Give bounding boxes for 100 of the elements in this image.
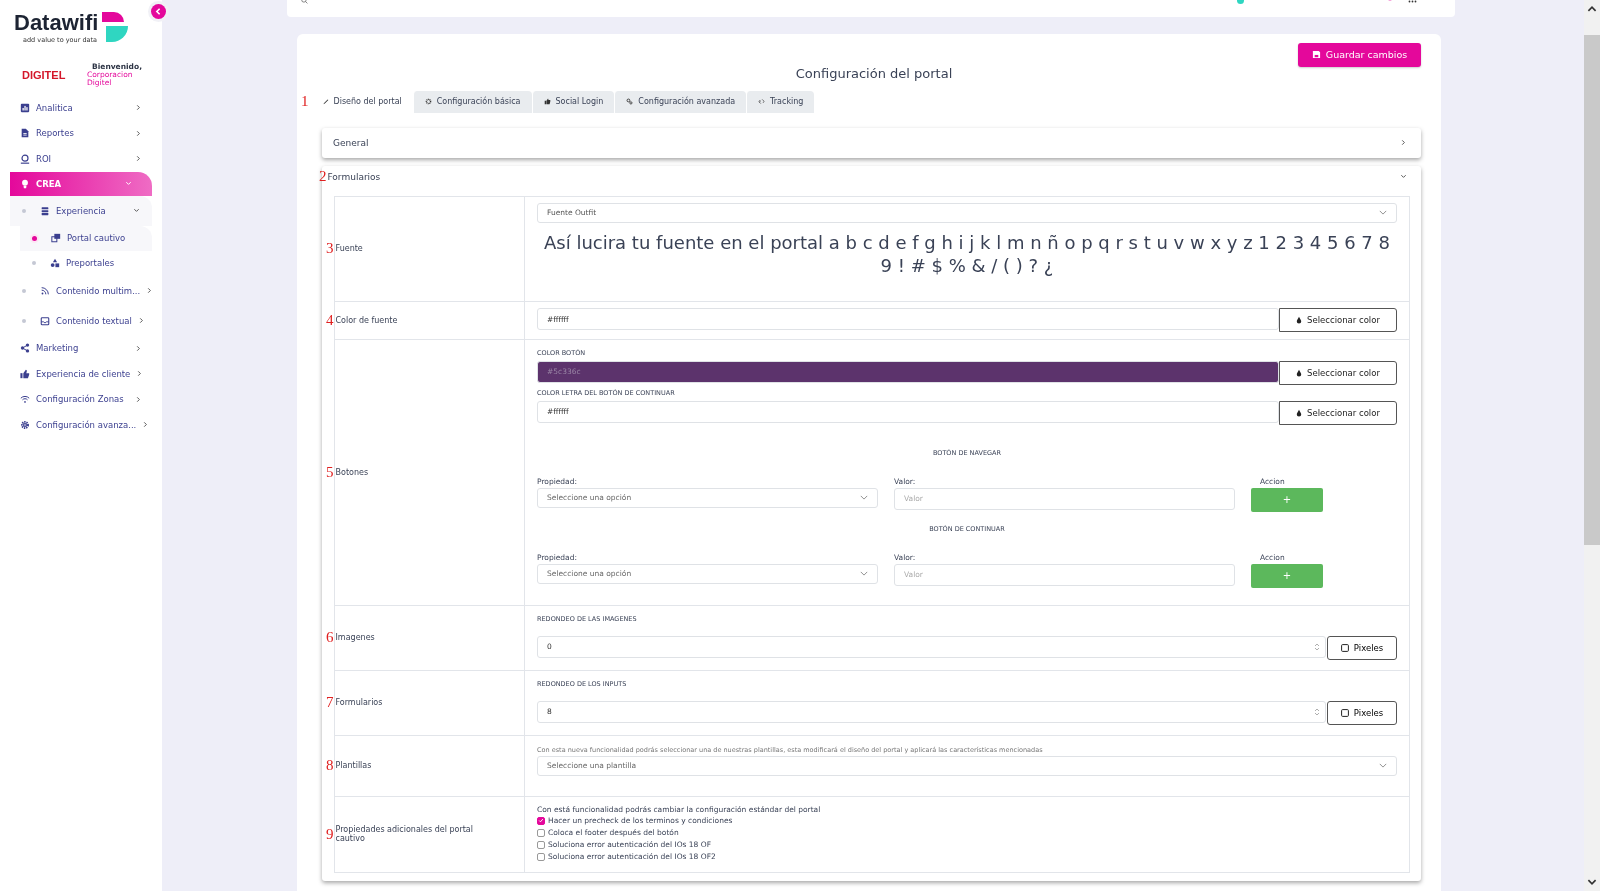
more-icon[interactable] — [1408, 0, 1417, 3]
coin-person-icon — [20, 153, 30, 164]
caret-icon — [860, 571, 868, 577]
link-icon — [758, 98, 766, 106]
thumbs-up-icon — [20, 368, 30, 379]
windows-icon — [51, 233, 61, 243]
select-color-button[interactable]: Seleccionar color — [1279, 308, 1397, 333]
sidebar-item[interactable]: Marketing — [0, 335, 162, 361]
row-label: Formularios — [335, 698, 383, 708]
checkbox[interactable] — [537, 828, 545, 837]
caret-icon — [1379, 210, 1387, 216]
thumbs-up-icon — [543, 98, 551, 106]
chart-icon — [20, 102, 30, 113]
chevron-right-icon — [135, 104, 142, 112]
chevron-down-icon — [1400, 173, 1407, 181]
bullet-icon — [22, 208, 26, 213]
sidebar-item[interactable]: Contenido textual — [10, 305, 152, 336]
gears-icon — [626, 98, 634, 106]
tab[interactable]: Social Login — [531, 90, 615, 113]
pixels-button[interactable]: Pixeles — [1327, 700, 1397, 725]
chevron-right-icon — [135, 344, 142, 352]
chevron-right-icon — [142, 421, 150, 429]
lightbulb-icon — [20, 178, 30, 189]
sidebar-item[interactable]: ROI — [0, 146, 162, 172]
stack-icon — [40, 205, 50, 216]
chevron-right-icon — [136, 370, 144, 378]
spinner-icon — [1314, 706, 1320, 717]
checkbox[interactable] — [537, 840, 545, 849]
chevron-left-icon — [154, 7, 163, 16]
select-color-button[interactable]: Seleccionar color — [1279, 400, 1397, 425]
collapse-button[interactable] — [151, 4, 166, 19]
caret-icon — [860, 495, 868, 501]
square-icon — [1340, 643, 1349, 652]
chevron-right-icon — [1400, 139, 1407, 147]
client-logo: DIGITEL — [22, 69, 66, 81]
spinner-icon — [1314, 641, 1320, 652]
row-label: Botones — [335, 467, 369, 477]
inbox-icon — [40, 315, 50, 326]
chevron-right-icon — [135, 155, 142, 163]
checkbox[interactable] — [537, 852, 545, 861]
gear-icon — [20, 419, 30, 430]
row-label: Fuente — [335, 244, 363, 254]
square-icon — [1340, 708, 1349, 717]
sidebar-item[interactable]: Preportales — [20, 250, 152, 276]
checkbox[interactable] — [537, 816, 545, 825]
accordion-header[interactable]: General — [322, 127, 1421, 158]
bullet-icon — [22, 288, 26, 293]
annotation-number: 9 — [326, 826, 334, 842]
bullet-icon — [32, 261, 36, 265]
sidebar-item[interactable]: Reportes — [0, 120, 162, 146]
scrollbar[interactable] — [1584, 0, 1600, 891]
sidebar-item[interactable]: CREA — [10, 171, 152, 196]
row-label: Color de fuente — [335, 315, 398, 325]
document-icon — [20, 128, 30, 139]
drop-icon — [1296, 316, 1303, 325]
tab[interactable]: Configuración avanzada — [614, 90, 747, 113]
annotation-number: 1 — [301, 94, 309, 110]
chevron-right-icon — [137, 317, 145, 324]
annotation-number: 6 — [326, 630, 334, 646]
annotation-number: 5 — [326, 464, 334, 480]
share-icon — [20, 343, 30, 354]
drop-icon — [1296, 368, 1303, 377]
bullet-icon — [32, 235, 37, 241]
annotation-number: 2 — [319, 169, 327, 185]
save-icon — [1311, 50, 1321, 60]
tab[interactable]: Tracking — [746, 90, 815, 113]
rss-icon — [40, 285, 50, 296]
annotation-number: 7 — [326, 695, 334, 711]
annotation-number: 4 — [326, 312, 334, 328]
page-title: Configuración del portal — [794, 66, 954, 81]
save-button[interactable]: Guardar cambios — [1298, 42, 1421, 67]
sidebar-item[interactable]: Configuración Zonas — [0, 386, 162, 412]
annotation-number: 8 — [326, 758, 334, 774]
pixels-button[interactable]: Pixeles — [1327, 635, 1397, 660]
chevron-right-icon — [146, 287, 154, 294]
gear-icon — [424, 98, 432, 106]
sidebar-item[interactable]: Experiencia de cliente — [0, 361, 162, 387]
bullet-icon — [22, 318, 26, 323]
brush-icon — [321, 98, 329, 106]
chevron-right-icon — [135, 129, 142, 137]
shapes-icon — [50, 258, 60, 268]
sidebar-item[interactable]: Contenido multim... — [10, 275, 152, 306]
chevron-right-icon — [135, 395, 142, 403]
tab[interactable]: Configuración básica — [412, 90, 532, 113]
chevron-down-icon — [133, 207, 140, 214]
row-label: Plantillas — [335, 761, 372, 771]
drop-icon — [1296, 408, 1303, 417]
font-preview-text: Así lucira tu fuente en el portal a b c d e f g h i j k l m n ñ o p q r s t u v w x y z 1 2 3 4 5 6 7 8 9 ! # $ % & / ( ) ? ¿ — [543, 230, 1391, 277]
logo-text: Datawifi — [14, 10, 99, 36]
wifi-icon — [20, 394, 30, 405]
sidebar-item[interactable]: Configuración avanza... — [0, 412, 162, 438]
annotation-number: 3 — [326, 241, 334, 257]
sidebar-item[interactable]: Analitica — [0, 95, 162, 121]
chevron-down-icon — [125, 180, 132, 187]
sidebar-item[interactable]: Portal cautivo — [20, 225, 152, 251]
select-color-button[interactable]: Seleccionar color — [1279, 360, 1397, 385]
row-label: Imagenes — [335, 633, 375, 643]
row-label: Propiedades adicionales del portal cautivo — [335, 825, 474, 844]
caret-icon — [1379, 763, 1387, 769]
sidebar-item[interactable]: Experiencia — [10, 195, 152, 226]
